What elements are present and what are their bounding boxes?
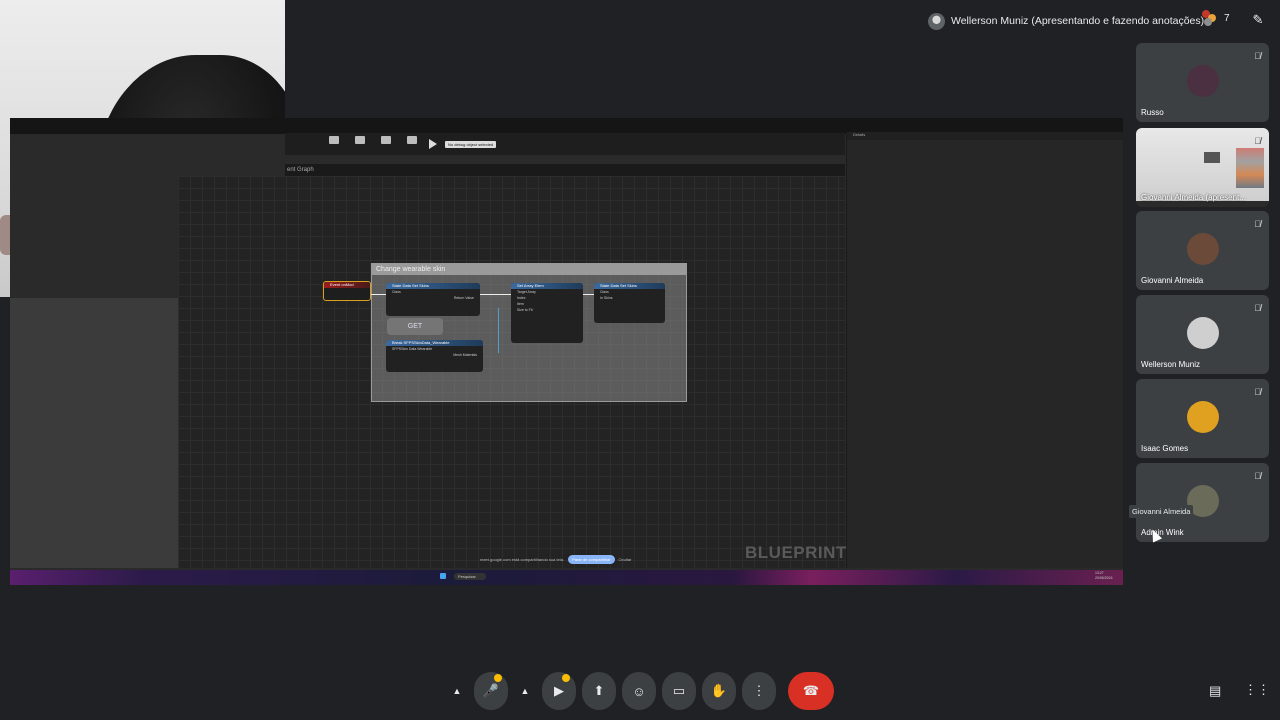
participant-tile[interactable]: 🎙̸ Wellerson Muniz [1136,295,1269,374]
participant-name: Wellerson Muniz [1141,360,1200,369]
participant-tile[interactable]: 🎙̸ Isaac Gomes [1136,379,1269,458]
presenter-chip[interactable]: Wellerson Muniz (Apresentando e fazendo … [928,11,1204,31]
state-data-node-1-return-pin: Return Value [453,296,474,300]
participant-name: Russo [1141,108,1164,117]
participant-name: Isaac Gomes [1141,444,1189,453]
set-array-size-pin: Size to Fit [517,308,533,312]
chat-icon[interactable]: ▤ [1209,683,1221,699]
participant-name: Giovanni Almeida [1141,276,1204,285]
audio-options-chevron-icon[interactable]: ▲ [446,672,468,710]
taskbar-clock: 13:27 20/06/2024 [1095,571,1113,581]
details-header: Details [847,132,1123,140]
raise-hand-icon[interactable]: ✋ [702,672,736,710]
avatar [1186,65,1219,97]
editor-toolbar: No debug object selected [285,133,845,155]
microphone-icon[interactable]: 🎤 [474,672,508,710]
debug-object-select[interactable]: No debug object selected [445,140,497,148]
windows-taskbar: Pesquisar 13:27 20/06/2024 [10,570,1123,585]
editor-left-panel [10,298,178,568]
participant-tile[interactable]: 🎙̸ Giovanni Almeida [1136,211,1269,290]
taskbar-search[interactable]: Pesquisar [454,573,486,580]
set-array-elem-node[interactable]: Set Array Elem Target Array Index Item S… [511,283,583,343]
class-defaults-icon[interactable] [377,136,395,152]
mic-off-icon: 🎙̸ [1254,219,1261,229]
avatar [1186,233,1219,265]
state-data-node-2[interactable]: State Data Set Skins Class In Skins [594,283,665,323]
participant-name: Giovanni Almeida (apresent... [1141,193,1246,202]
name-tooltip: Giovanni Almeida [1129,505,1194,518]
shared-screen: No debug object selected ent Graph Detai… [10,118,1123,585]
call-controls: ▲ 🎤 ▲ ▶ ⬆ ☺ ▭ ✋ ⋮ ☎ [446,672,834,710]
people-icon [1202,10,1220,26]
class-settings-icon[interactable] [351,136,369,152]
event-node-title: Event onMod [324,282,370,288]
emoji-icon[interactable]: ☺ [622,672,656,710]
people-count: 7 [1224,12,1230,24]
exec-wire [371,294,386,295]
mic-off-icon: 🎙̸ [1254,471,1261,481]
mic-off-icon: 🎙̸ [1254,303,1261,313]
avatar [1186,401,1219,433]
get-node[interactable]: GET [387,318,443,335]
more-options-icon[interactable]: ⋮ [742,672,776,710]
windows-start-icon[interactable] [440,573,446,579]
end-call-icon[interactable]: ☎ [788,672,834,710]
comment-title: Change wearable skin [372,264,686,275]
graph-tab[interactable]: ent Graph [285,164,845,176]
simulation-icon[interactable] [403,136,421,152]
captions-icon[interactable]: ▭ [662,672,696,710]
video-options-chevron-icon[interactable]: ▲ [514,672,536,710]
mic-off-icon: 🎙̸ [1254,136,1261,146]
event-node[interactable]: Event onMod [323,281,371,301]
exec-wire [583,294,594,295]
state-data-node-2-skins-pin: In Skins [600,296,613,300]
blueprint-watermark: BLUEPRINT [745,543,847,562]
camera-indicator-dot [562,674,570,682]
presenter-label: Wellerson Muniz (Apresentando e fazendo … [951,15,1205,27]
clock-date: 20/06/2024 [1095,576,1113,580]
share-notice: meet.google.com está compartilhando sua … [480,557,565,562]
apps-grid-icon[interactable]: ⋮⋮ [1244,682,1270,698]
camera-icon[interactable]: ▶ [542,672,576,710]
stop-sharing-button[interactable]: Parar de compartilhar [568,555,615,564]
break-struct-node-mesh-pin: Mesh Materials [453,353,477,357]
details-panel: Details [846,132,1123,568]
people-button[interactable]: 7 [1202,10,1230,26]
participant-tile[interactable]: 🎙̸ Russo [1136,43,1269,122]
compile-icon[interactable] [325,136,343,152]
hide-share-button[interactable]: Ocultar [619,557,632,562]
break-struct-node[interactable]: Break SFPSSkinData_Wearable SFPSSkin Dat… [386,340,483,372]
taskbar-icons [440,573,446,579]
participant-tile-presenting[interactable]: 🎙̸ Giovanni Almeida (apresent... [1136,128,1269,207]
avatar [1186,317,1219,349]
mic-off-icon: 🎙̸ [1254,387,1261,397]
play-icon[interactable] [429,139,437,149]
presentation-thumbnail [1136,128,1269,201]
mic-indicator-dot [494,674,502,682]
annotate-pen-icon[interactable]: ✎ [1248,10,1268,30]
presenter-avatar [928,12,945,30]
mic-off-icon: 🎙̸ [1254,51,1261,61]
data-wire [498,308,499,353]
screen-share-bar: meet.google.com está compartilhando sua … [480,555,631,564]
exec-wire [480,294,511,295]
present-screen-icon[interactable]: ⬆ [582,672,616,710]
state-data-node-1[interactable]: State Data Set Skins Class Return Value [386,283,480,316]
